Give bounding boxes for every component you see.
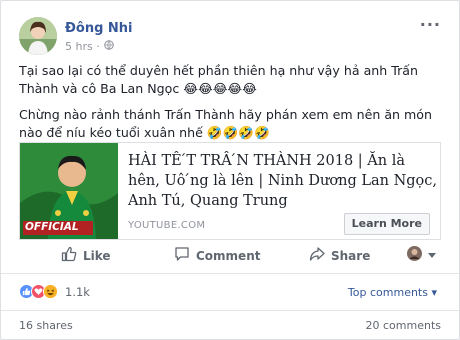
globe-icon bbox=[103, 40, 114, 53]
divider bbox=[1, 273, 459, 274]
comment-sort-dropdown[interactable]: Top comments ▾ bbox=[348, 286, 437, 299]
action-bar: Like Comment Share bbox=[19, 246, 441, 270]
comment-label: Comment bbox=[196, 248, 261, 263]
post-menu-button[interactable]: ··· bbox=[420, 15, 441, 34]
share-button[interactable]: Share bbox=[309, 246, 370, 265]
post-paragraph-1: Tại sao lại có thể duyên hết phần thiên … bbox=[19, 63, 418, 96]
thumbnail-badge: OFFICIAL bbox=[25, 221, 79, 233]
comment-button[interactable]: Comment bbox=[174, 246, 260, 265]
profile-thumb-icon bbox=[407, 246, 422, 264]
link-domain: YOUTUBE.COM bbox=[128, 220, 206, 231]
post-card: Đông Nhi 5 hrs · ··· Tại sao lại có thể … bbox=[0, 0, 460, 340]
thumbs-up-icon bbox=[61, 246, 77, 265]
post-text: Tại sao lại có thể duyên hết phần thiên … bbox=[19, 62, 445, 150]
comment-icon bbox=[174, 246, 190, 265]
learn-more-button[interactable]: Learn More bbox=[343, 213, 430, 235]
link-thumbnail[interactable]: OFFICIAL bbox=[20, 143, 118, 239]
share-count[interactable]: 16 shares bbox=[19, 319, 73, 332]
like-button[interactable]: Like bbox=[61, 246, 111, 265]
author-name[interactable]: Đông Nhi bbox=[65, 21, 133, 36]
comment-count[interactable]: 20 comments bbox=[366, 319, 442, 332]
post-time[interactable]: 5 hrs · bbox=[65, 40, 100, 53]
like-label: Like bbox=[83, 248, 111, 263]
haha-reaction-icon bbox=[43, 284, 58, 299]
chevron-down-icon bbox=[428, 248, 436, 262]
share-icon bbox=[309, 246, 325, 265]
avatar[interactable] bbox=[19, 17, 57, 55]
post-as-selector[interactable] bbox=[407, 246, 436, 264]
reaction-count: 1.1k bbox=[65, 284, 90, 299]
share-label: Share bbox=[331, 248, 371, 263]
link-preview[interactable]: OFFICIAL HÀI TÊ ́T TRÂ ́N THÀNH 2018 | Ă… bbox=[19, 142, 441, 240]
post-meta: 5 hrs · bbox=[65, 40, 114, 53]
link-title[interactable]: HÀI TÊ ́T TRÂ ́N THÀNH 2018 | Ăn là hên,… bbox=[128, 151, 438, 211]
reactions-summary[interactable]: 1.1k bbox=[19, 284, 90, 299]
post-header: Đông Nhi 5 hrs · ··· bbox=[19, 15, 445, 57]
divider bbox=[1, 310, 459, 311]
post-paragraph-2: Chừng nào rảnh thánh Trấn Thành hãy phán… bbox=[19, 107, 432, 140]
